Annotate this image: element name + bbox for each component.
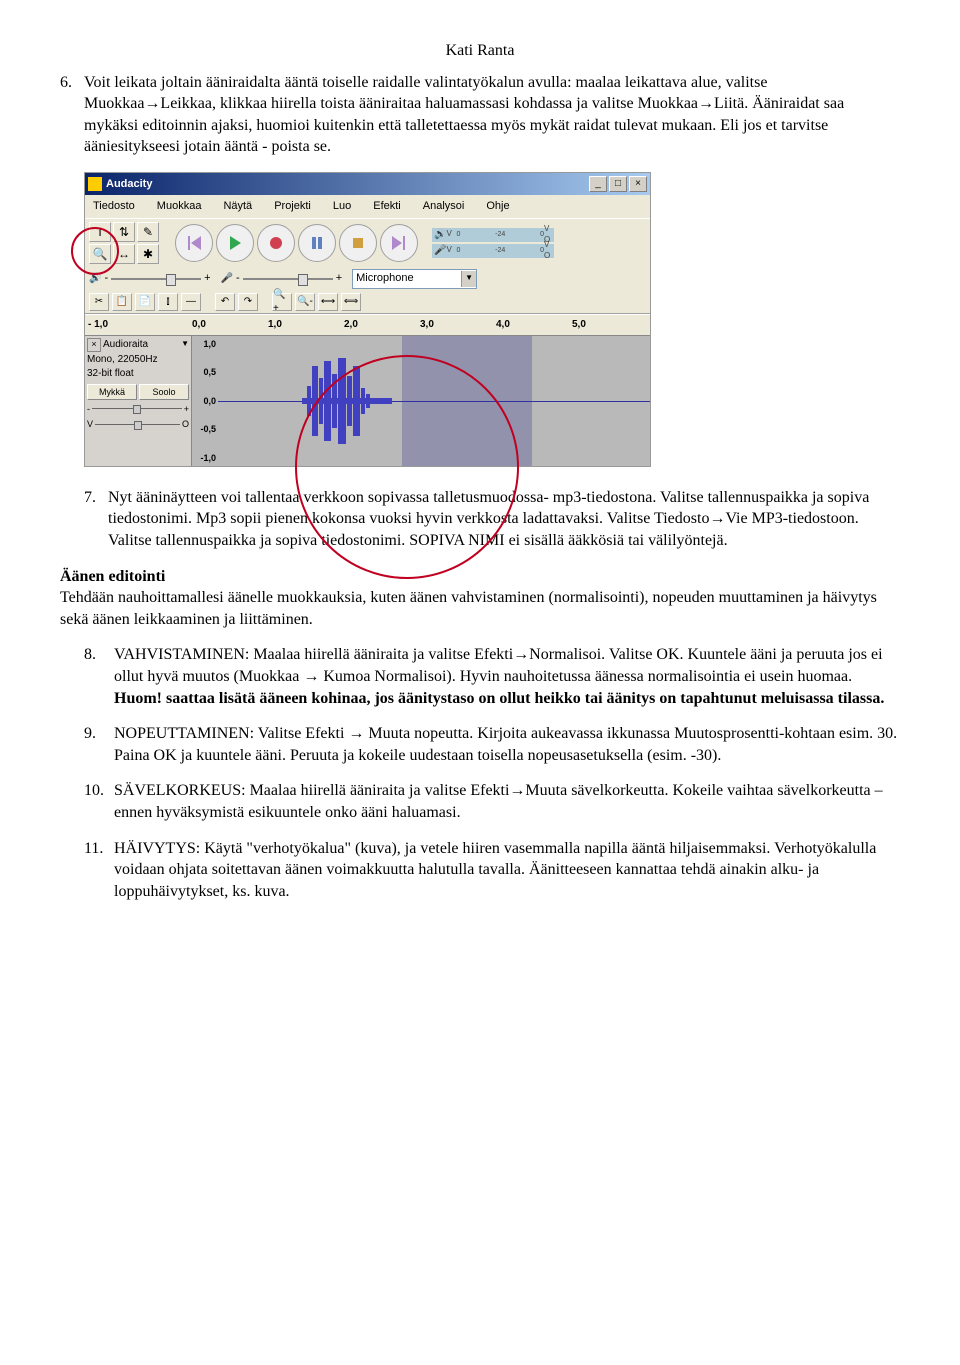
output-meter: 🔊 V 0 -24 0 VO — [432, 228, 554, 242]
input-meter: 🎤 V 0 -24 0 VO — [432, 244, 554, 258]
fit-project-icon[interactable]: ⟺ — [341, 293, 361, 311]
menu-efekti[interactable]: Efekti — [369, 197, 405, 216]
zoom-in-icon[interactable]: 🔍+ — [272, 293, 292, 311]
cut-icon[interactable]: ✂ — [89, 293, 109, 311]
input-device-dropdown[interactable]: Microphone ▼ — [352, 269, 477, 289]
menu-analysoi[interactable]: Analysoi — [419, 197, 469, 216]
paste-icon[interactable]: 📄 — [135, 293, 155, 311]
waveform-canvas[interactable]: 1,0 0,5 0,0 -0,5 -1,0 — [192, 336, 650, 466]
menu-muokkaa[interactable]: Muokkaa — [153, 197, 206, 216]
menu-projekti[interactable]: Projekti — [270, 197, 315, 216]
draw-tool-icon[interactable]: ✎ — [137, 222, 159, 242]
item-9-number: 9. — [84, 723, 114, 766]
trim-icon[interactable]: ⫾ — [158, 293, 178, 311]
zoom-out-icon[interactable]: 🔍- — [295, 293, 315, 311]
track-menu-arrow-icon[interactable]: ▼ — [181, 339, 189, 350]
edit-intro: Tehdään nauhoittamallesi äänelle muokkau… — [60, 587, 900, 630]
copy-icon[interactable]: 📋 — [112, 293, 132, 311]
play-button[interactable] — [216, 224, 254, 262]
timeshift-tool-icon[interactable]: ↔ — [113, 244, 135, 264]
skip-start-button[interactable] — [175, 224, 213, 262]
item-8-bold: Huom! saattaa lisätä ääneen kohinaa, jos… — [114, 690, 884, 707]
item-9-text: NOPEUTTAMINEN: Valitse Efekti → Muuta no… — [114, 723, 900, 766]
fit-selection-icon[interactable]: ⟷ — [318, 293, 338, 311]
app-icon — [88, 177, 102, 191]
item-6-number: 6. — [60, 72, 84, 158]
undo-icon[interactable]: ↶ — [215, 293, 235, 311]
menu-nayta[interactable]: Näytä — [219, 197, 256, 216]
menu-luo[interactable]: Luo — [329, 197, 355, 216]
window-title: Audacity — [106, 177, 587, 192]
redo-icon[interactable]: ↷ — [238, 293, 258, 311]
envelope-tool-icon[interactable]: ⇅ — [113, 222, 135, 242]
mute-button[interactable]: Mykkä — [87, 384, 137, 400]
item-6-text: Voit leikata joltain ääniraidalta ääntä … — [84, 72, 900, 158]
input-device-value: Microphone — [356, 271, 413, 286]
title-bar: Audacity _ □ × — [85, 173, 650, 195]
time-ruler: - 1,0 0,0 1,0 2,0 3,0 4,0 5,0 — [85, 314, 650, 336]
author-name: Kati Ranta — [60, 40, 900, 62]
menu-ohje[interactable]: Ohje — [482, 197, 513, 216]
waveform-audio — [302, 356, 392, 446]
solo-button[interactable]: Soolo — [139, 384, 189, 400]
silence-icon[interactable]: — — [181, 293, 201, 311]
audacity-screenshot: Audacity _ □ × Tiedosto Muokkaa Näytä Pr… — [84, 172, 651, 467]
maximize-button[interactable]: □ — [609, 176, 627, 192]
item-7-number: 7. — [84, 487, 108, 552]
track-name: Audioraita — [103, 338, 148, 352]
tool-cluster: I ⇅ ✎ 🔍 ↔ ✱ — [89, 222, 159, 264]
menu-tiedosto[interactable]: Tiedosto — [89, 197, 139, 216]
item-10-number: 10. — [84, 780, 114, 823]
edit-heading: Äänen editointi — [60, 566, 900, 588]
mic-icon: 🎤 — [434, 244, 446, 258]
track-close-icon[interactable]: × — [87, 338, 101, 352]
input-volume-slider[interactable]: 🎤 - + — [221, 271, 343, 286]
item-7-text: Nyt ääninäytteen voi tallentaa verkkoon … — [108, 487, 900, 552]
pan-slider[interactable]: V O — [87, 418, 189, 430]
item-8-text: VAHVISTAMINEN: Maalaa hiirellä ääniraita… — [114, 646, 883, 685]
stop-button[interactable] — [339, 224, 377, 262]
dropdown-arrow-icon: ▼ — [461, 271, 476, 287]
edit-toolbar: ✂ 📋 📄 ⫾ — ↶ ↷ 🔍+ 🔍- ⟷ ⟺ — [85, 291, 650, 313]
item-10-text: SÄVELKORKEUS: Maalaa hiirellä ääniraita … — [114, 780, 900, 823]
selection-tool-icon[interactable]: I — [89, 222, 111, 242]
gain-slider[interactable]: - + — [87, 403, 189, 415]
speaker-small-icon: 🔊 — [89, 272, 101, 286]
multi-tool-icon[interactable]: ✱ — [137, 244, 159, 264]
output-volume-slider[interactable]: 🔊 - + — [89, 271, 211, 286]
zoom-tool-icon[interactable]: 🔍 — [89, 244, 111, 264]
minimize-button[interactable]: _ — [589, 176, 607, 192]
track-format-mono: Mono, 22050Hz — [87, 353, 189, 367]
pause-button[interactable] — [298, 224, 336, 262]
item-8-number: 8. — [84, 644, 114, 709]
menu-bar: Tiedosto Muokkaa Näytä Projekti Luo Efek… — [85, 195, 650, 218]
skip-end-button[interactable] — [380, 224, 418, 262]
item-11-text: HÄIVYTYS: Käytä "verhotyökalua" (kuva), … — [114, 838, 900, 903]
speaker-icon: 🔊 — [434, 228, 446, 242]
track-format-bits: 32-bit float — [87, 367, 189, 381]
item-11-number: 11. — [84, 838, 114, 903]
track-panel: × Audioraita ▼ Mono, 22050Hz 32-bit floa… — [85, 336, 192, 466]
mic-small-icon: 🎤 — [221, 272, 233, 286]
close-button[interactable]: × — [629, 176, 647, 192]
transport-controls — [175, 224, 418, 262]
record-button[interactable] — [257, 224, 295, 262]
